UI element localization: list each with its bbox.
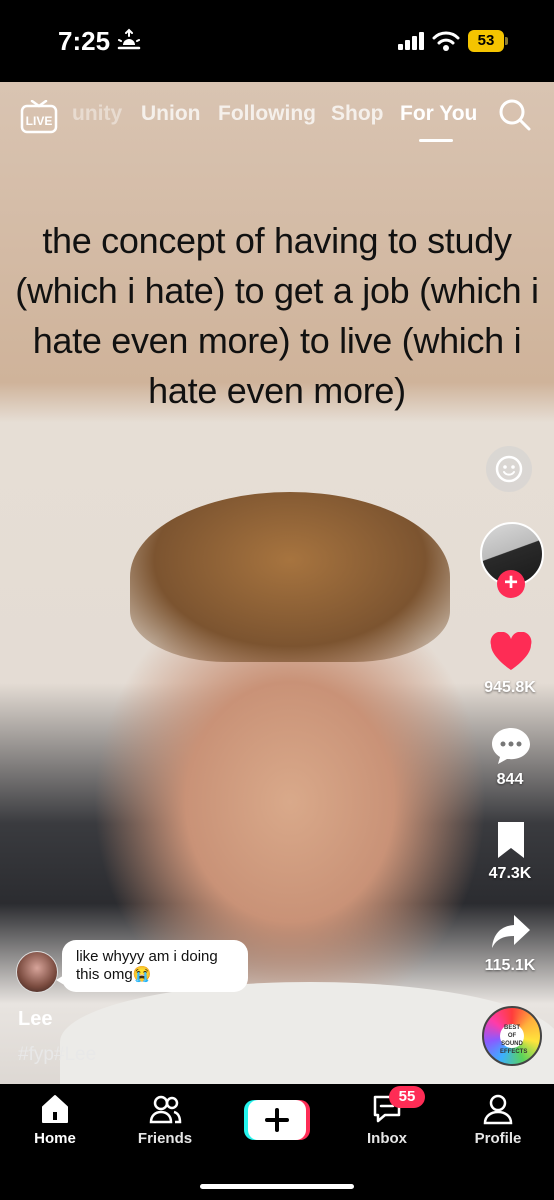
tab-profile[interactable]: Profile [443,1092,553,1147]
tab-inbox[interactable]: Inbox [332,1092,442,1147]
tab-community[interactable]: unity [72,102,122,126]
commenter-avatar[interactable] [16,951,58,993]
tab-for-you[interactable]: For You [400,102,477,126]
inbox-badge: 55 [389,1086,425,1108]
tab-friends-label: Friends [137,1130,193,1147]
like-heart-icon[interactable] [489,632,533,672]
battery-level: 53 [468,30,504,52]
friends-icon [149,1095,182,1124]
status-time: 7:25 [58,26,111,56]
music-disc-label: BEST OF SOUND EFFECTS [500,1024,528,1055]
smile-face-icon [495,455,523,483]
live-icon[interactable]: LIVE [20,100,58,134]
wifi-icon [432,31,460,51]
effect-button[interactable] [486,446,532,492]
status-bar: 7:25 53 [0,0,554,82]
home-icon [42,1095,68,1123]
cellular-signal-icon [398,32,424,50]
music-disc[interactable]: BEST OF SOUND EFFECTS [482,1006,542,1066]
battery-icon: 53 [468,30,510,52]
video-person-hair [130,492,450,662]
tab-shop[interactable]: Shop [331,102,384,126]
sunrise-icon [117,28,141,50]
tab-following[interactable]: Following [218,102,316,126]
share-count: 115.1K [484,957,536,974]
home-indicator [200,1184,354,1189]
tab-inbox-label: Inbox [367,1130,407,1147]
battery-cap [505,37,508,45]
profile-icon [483,1094,513,1125]
video-hashtags[interactable]: #fyp#Lee [18,1044,96,1066]
tab-profile-label: Profile [474,1130,522,1147]
live-label: LIVE [26,114,53,128]
comment-bubble[interactable]: like whyyy am i doing this omg😭 [62,940,248,992]
bookmark-icon[interactable] [495,820,527,860]
video-person-shirt [60,982,554,1084]
tab-home[interactable]: Home [0,1092,110,1147]
search-icon[interactable] [498,98,532,132]
tab-union[interactable]: Union [141,102,200,126]
follow-button[interactable]: + [497,570,525,598]
top-nav: LIVE unity Union Following Shop For You [0,96,554,146]
creator-username[interactable]: Lee [18,1008,52,1031]
tab-friends[interactable]: Friends [110,1092,220,1147]
video-caption: the concept of having to study (which i … [15,220,539,411]
share-arrow-icon[interactable] [490,912,532,952]
like-count: 945.8K [484,679,536,696]
comment-count: 844 [496,771,524,788]
comment-icon[interactable] [490,726,532,766]
tab-home-label: Home [34,1130,76,1147]
active-tab-indicator [419,139,453,142]
create-plus-icon[interactable] [244,1100,310,1140]
save-count: 47.3K [488,865,532,882]
